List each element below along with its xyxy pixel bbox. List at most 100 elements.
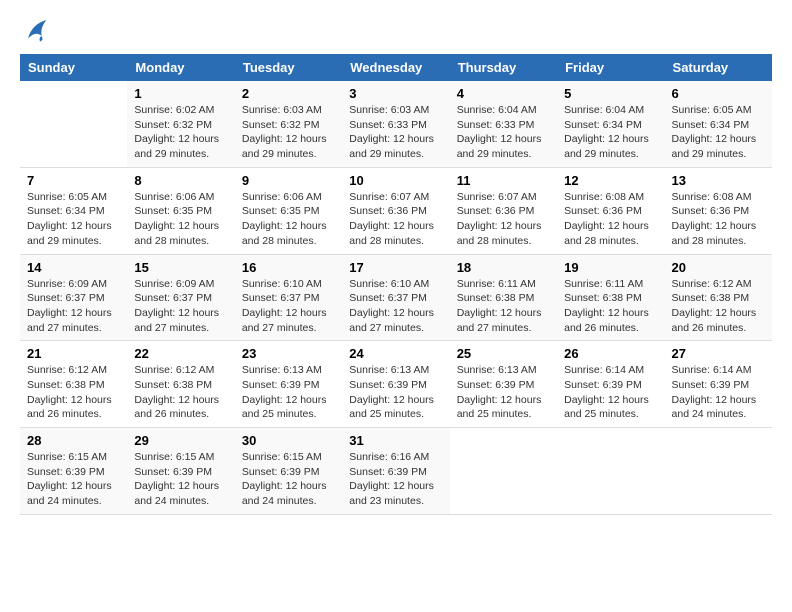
calendar-cell: 10 Sunrise: 6:07 AM Sunset: 6:36 PM Dayli…: [342, 167, 449, 254]
calendar-cell: 23 Sunrise: 6:13 AM Sunset: 6:39 PM Dayli…: [235, 341, 342, 428]
calendar-cell: [450, 428, 557, 515]
calendar-cell: 12Sunrise: 6:08 AM Sunset: 6:36 PM Dayli…: [557, 167, 664, 254]
day-info: Sunrise: 6:05 AM Sunset: 6:34 PM Dayligh…: [27, 190, 120, 249]
day-info: Sunrise: 6:12 AM Sunset: 6:38 PM Dayligh…: [27, 363, 120, 422]
day-info: Sunrise: 6:14 AM Sunset: 6:39 PM Dayligh…: [564, 363, 657, 422]
calendar-cell: 31Sunrise: 6:16 AM Sunset: 6:39 PM Dayli…: [342, 428, 449, 515]
day-number: 17: [349, 260, 442, 275]
calendar-cell: 11Sunrise: 6:07 AM Sunset: 6:36 PM Dayli…: [450, 167, 557, 254]
calendar-cell: 25Sunrise: 6:13 AM Sunset: 6:39 PM Dayli…: [450, 341, 557, 428]
day-info: Sunrise: 6:05 AM Sunset: 6:34 PM Dayligh…: [672, 103, 765, 162]
logo-bird-icon: [24, 16, 48, 44]
calendar-cell: 17 Sunrise: 6:10 AM Sunset: 6:37 PM Dayli…: [342, 254, 449, 341]
weekday-header-tuesday: Tuesday: [235, 54, 342, 81]
calendar-cell: 22 Sunrise: 6:12 AM Sunset: 6:38 PM Dayli…: [127, 341, 234, 428]
day-info: Sunrise: 6:06 AM Sunset: 6:35 PM Dayligh…: [134, 190, 227, 249]
day-number: 23: [242, 346, 335, 361]
calendar-week-row: 1Sunrise: 6:02 AM Sunset: 6:32 PM Daylig…: [20, 81, 772, 167]
day-number: 29: [134, 433, 227, 448]
day-number: 26: [564, 346, 657, 361]
calendar-cell: 13 Sunrise: 6:08 AM Sunset: 6:36 PM Dayli…: [665, 167, 772, 254]
day-info: Sunrise: 6:13 AM Sunset: 6:39 PM Dayligh…: [242, 363, 335, 422]
day-info: Sunrise: 6:12 AM Sunset: 6:38 PM Dayligh…: [134, 363, 227, 422]
day-info: Sunrise: 6:12 AM Sunset: 6:38 PM Dayligh…: [672, 277, 765, 336]
day-info: Sunrise: 6:15 AM Sunset: 6:39 PM Dayligh…: [27, 450, 120, 509]
day-number: 14: [27, 260, 120, 275]
day-info: Sunrise: 6:09 AM Sunset: 6:37 PM Dayligh…: [27, 277, 120, 336]
calendar-cell: 20Sunrise: 6:12 AM Sunset: 6:38 PM Dayli…: [665, 254, 772, 341]
day-number: 24: [349, 346, 442, 361]
day-info: Sunrise: 6:04 AM Sunset: 6:34 PM Dayligh…: [564, 103, 657, 162]
day-number: 1: [134, 86, 227, 101]
day-number: 9: [242, 173, 335, 188]
day-info: Sunrise: 6:15 AM Sunset: 6:39 PM Dayligh…: [242, 450, 335, 509]
calendar-cell: 15Sunrise: 6:09 AM Sunset: 6:37 PM Dayli…: [127, 254, 234, 341]
calendar-cell: 24 Sunrise: 6:13 AM Sunset: 6:39 PM Dayli…: [342, 341, 449, 428]
day-number: 6: [672, 86, 765, 101]
day-number: 4: [457, 86, 550, 101]
day-info: Sunrise: 6:06 AM Sunset: 6:35 PM Dayligh…: [242, 190, 335, 249]
day-info: Sunrise: 6:16 AM Sunset: 6:39 PM Dayligh…: [349, 450, 442, 509]
calendar-header: SundayMondayTuesdayWednesdayThursdayFrid…: [20, 54, 772, 81]
calendar-cell: 18 Sunrise: 6:11 AM Sunset: 6:38 PM Dayli…: [450, 254, 557, 341]
logo: [20, 20, 48, 44]
day-number: 18: [457, 260, 550, 275]
weekday-header-friday: Friday: [557, 54, 664, 81]
weekday-header-monday: Monday: [127, 54, 234, 81]
day-info: Sunrise: 6:07 AM Sunset: 6:36 PM Dayligh…: [349, 190, 442, 249]
calendar-cell: 19 Sunrise: 6:11 AM Sunset: 6:38 PM Dayli…: [557, 254, 664, 341]
calendar-table: SundayMondayTuesdayWednesdayThursdayFrid…: [20, 54, 772, 515]
calendar-cell: 14 Sunrise: 6:09 AM Sunset: 6:37 PM Dayli…: [20, 254, 127, 341]
calendar-cell: 30 Sunrise: 6:15 AM Sunset: 6:39 PM Dayli…: [235, 428, 342, 515]
day-number: 27: [672, 346, 765, 361]
weekday-header-sunday: Sunday: [20, 54, 127, 81]
day-info: Sunrise: 6:14 AM Sunset: 6:39 PM Dayligh…: [672, 363, 765, 422]
calendar-week-row: 28 Sunrise: 6:15 AM Sunset: 6:39 PM Dayli…: [20, 428, 772, 515]
day-number: 2: [242, 86, 335, 101]
day-info: Sunrise: 6:04 AM Sunset: 6:33 PM Dayligh…: [457, 103, 550, 162]
day-number: 3: [349, 86, 442, 101]
day-info: Sunrise: 6:13 AM Sunset: 6:39 PM Dayligh…: [349, 363, 442, 422]
calendar-cell: 4 Sunrise: 6:04 AM Sunset: 6:33 PM Daylig…: [450, 81, 557, 167]
calendar-cell: 27 Sunrise: 6:14 AM Sunset: 6:39 PM Dayli…: [665, 341, 772, 428]
calendar-cell: 28 Sunrise: 6:15 AM Sunset: 6:39 PM Dayli…: [20, 428, 127, 515]
day-number: 8: [134, 173, 227, 188]
day-number: 10: [349, 173, 442, 188]
calendar-cell: 29 Sunrise: 6:15 AM Sunset: 6:39 PM Dayli…: [127, 428, 234, 515]
calendar-cell: 2 Sunrise: 6:03 AM Sunset: 6:32 PM Daylig…: [235, 81, 342, 167]
day-info: Sunrise: 6:10 AM Sunset: 6:37 PM Dayligh…: [242, 277, 335, 336]
day-info: Sunrise: 6:15 AM Sunset: 6:39 PM Dayligh…: [134, 450, 227, 509]
day-number: 13: [672, 173, 765, 188]
weekday-header-thursday: Thursday: [450, 54, 557, 81]
calendar-cell: 8 Sunrise: 6:06 AM Sunset: 6:35 PM Daylig…: [127, 167, 234, 254]
calendar-cell: 3Sunrise: 6:03 AM Sunset: 6:33 PM Daylig…: [342, 81, 449, 167]
calendar-cell: [665, 428, 772, 515]
calendar-week-row: 7 Sunrise: 6:05 AM Sunset: 6:34 PM Daylig…: [20, 167, 772, 254]
day-number: 22: [134, 346, 227, 361]
day-number: 5: [564, 86, 657, 101]
day-number: 19: [564, 260, 657, 275]
day-number: 7: [27, 173, 120, 188]
calendar-cell: 16Sunrise: 6:10 AM Sunset: 6:37 PM Dayli…: [235, 254, 342, 341]
calendar-week-row: 14 Sunrise: 6:09 AM Sunset: 6:37 PM Dayli…: [20, 254, 772, 341]
calendar-cell: 21Sunrise: 6:12 AM Sunset: 6:38 PM Dayli…: [20, 341, 127, 428]
day-info: Sunrise: 6:08 AM Sunset: 6:36 PM Dayligh…: [672, 190, 765, 249]
calendar-cell: [557, 428, 664, 515]
day-info: Sunrise: 6:11 AM Sunset: 6:38 PM Dayligh…: [564, 277, 657, 336]
day-info: Sunrise: 6:13 AM Sunset: 6:39 PM Dayligh…: [457, 363, 550, 422]
day-info: Sunrise: 6:10 AM Sunset: 6:37 PM Dayligh…: [349, 277, 442, 336]
calendar-cell: 9 Sunrise: 6:06 AM Sunset: 6:35 PM Daylig…: [235, 167, 342, 254]
calendar-cell: 1Sunrise: 6:02 AM Sunset: 6:32 PM Daylig…: [127, 81, 234, 167]
day-info: Sunrise: 6:11 AM Sunset: 6:38 PM Dayligh…: [457, 277, 550, 336]
day-number: 15: [134, 260, 227, 275]
calendar-cell: 5 Sunrise: 6:04 AM Sunset: 6:34 PM Daylig…: [557, 81, 664, 167]
day-info: Sunrise: 6:07 AM Sunset: 6:36 PM Dayligh…: [457, 190, 550, 249]
calendar-cell: 26 Sunrise: 6:14 AM Sunset: 6:39 PM Dayli…: [557, 341, 664, 428]
day-number: 30: [242, 433, 335, 448]
day-info: Sunrise: 6:08 AM Sunset: 6:36 PM Dayligh…: [564, 190, 657, 249]
calendar-cell: [20, 81, 127, 167]
calendar-week-row: 21Sunrise: 6:12 AM Sunset: 6:38 PM Dayli…: [20, 341, 772, 428]
day-info: Sunrise: 6:03 AM Sunset: 6:32 PM Dayligh…: [242, 103, 335, 162]
calendar-body: 1Sunrise: 6:02 AM Sunset: 6:32 PM Daylig…: [20, 81, 772, 514]
day-number: 28: [27, 433, 120, 448]
